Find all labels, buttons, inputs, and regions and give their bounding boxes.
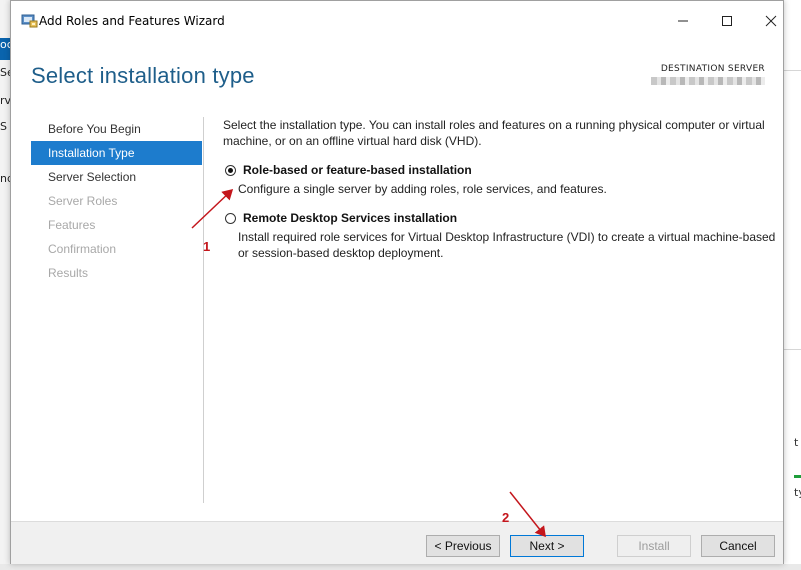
minimize-button[interactable]: [661, 1, 705, 41]
server-manager-icon: [21, 13, 39, 29]
background-status-bar: [794, 475, 801, 478]
role-based-radio[interactable]: [225, 165, 236, 176]
nav-item-results: Results: [48, 266, 89, 280]
cancel-button[interactable]: Cancel: [701, 535, 775, 557]
nav-item-features: Features: [48, 218, 96, 232]
destination-server-name-blurred: [651, 77, 765, 85]
destination-server-label: DESTINATION SERVER: [660, 64, 765, 74]
background-app-left-edge: oc Se rv S nd: [0, 0, 10, 570]
minimize-icon: [678, 20, 688, 22]
content-pane: Select the installation type. You can in…: [223, 117, 775, 260]
close-button[interactable]: [749, 1, 793, 41]
background-divider: [784, 349, 801, 350]
wizard-step-nav: Before You Begin Installation Type Serve…: [31, 117, 202, 285]
background-fragment: oc: [0, 38, 10, 51]
install-button: Install: [617, 535, 691, 557]
background-fragment: S: [0, 120, 7, 133]
background-selected-item: oc: [0, 38, 10, 60]
background-app-bottom-edge: [0, 564, 801, 570]
intro-text: Select the installation type. You can in…: [223, 118, 765, 148]
background-fragment: Se: [0, 66, 10, 79]
annotation-step-1: 1: [203, 239, 211, 254]
option-description: Install required role services for Virtu…: [238, 230, 776, 260]
previous-button[interactable]: < Previous: [426, 535, 500, 557]
option-title[interactable]: Role-based or feature-based installation: [243, 163, 472, 177]
nav-divider: [203, 117, 204, 503]
title-bar[interactable]: Add Roles and Features Wizard: [11, 1, 783, 41]
next-button[interactable]: Next >: [510, 535, 584, 557]
option-description: Configure a single server by adding role…: [238, 182, 607, 196]
page-title: Select installation type: [31, 63, 255, 88]
nav-item-installation-type[interactable]: Installation Type: [31, 141, 202, 165]
nav-item-confirmation: Confirmation: [48, 242, 117, 256]
maximize-button[interactable]: [705, 1, 749, 41]
wizard-window: Add Roles and Features Wizard Select ins…: [10, 0, 784, 564]
background-fragment: rv: [0, 94, 10, 107]
background-fragment: ty: [794, 486, 801, 499]
background-app-right-edge: t ty: [784, 0, 801, 570]
nav-item-server-roles: Server Roles: [48, 194, 118, 208]
nav-item-before-you-begin[interactable]: Before You Begin: [31, 117, 202, 141]
maximize-icon: [722, 16, 732, 26]
button-bar: < Previous Next > Install Cancel: [11, 521, 783, 564]
option-title[interactable]: Remote Desktop Services installation: [243, 211, 457, 225]
background-fragment: t: [794, 436, 799, 449]
background-fragment: nd: [0, 172, 10, 185]
annotation-step-2: 2: [502, 510, 510, 525]
background-divider: [784, 70, 801, 71]
nav-item-server-selection[interactable]: Server Selection: [31, 165, 202, 189]
close-icon: [765, 15, 777, 27]
remote-desktop-radio[interactable]: [225, 213, 236, 224]
window-title: Add Roles and Features Wizard: [39, 14, 225, 28]
